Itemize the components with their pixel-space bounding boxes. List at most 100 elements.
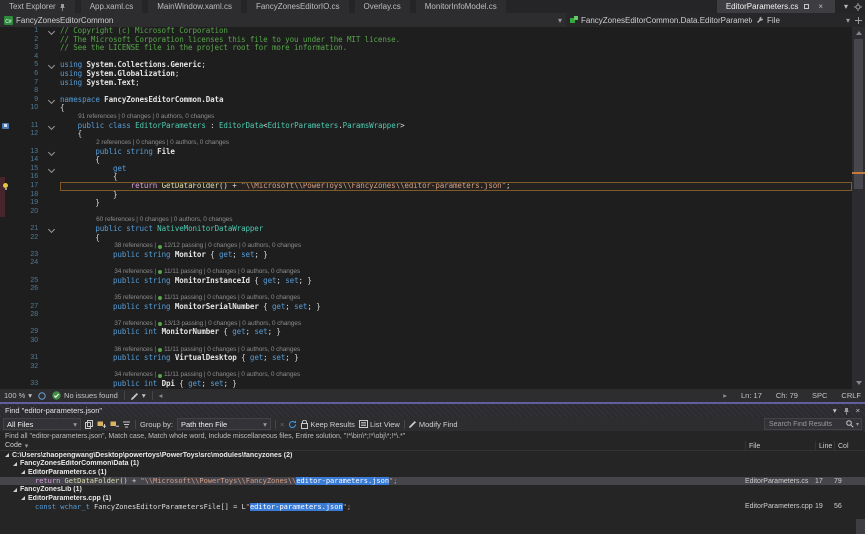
list-view-button[interactable]: List View [359, 420, 400, 429]
code-line-23[interactable]: 23 public string Monitor { get; set; } [0, 251, 852, 260]
code-editor[interactable]: 1// Copyright (c) Microsoft Corporation2… [0, 27, 852, 389]
fold-chevron-icon[interactable] [47, 28, 54, 35]
fold-chevron-icon[interactable] [47, 123, 54, 130]
find-result-group[interactable]: EditorParameters.cpp (1) [0, 494, 865, 503]
code-line-29[interactable]: 29 public int MonitorNumber { get; set; … [0, 328, 852, 337]
search-find-results-input[interactable] [767, 420, 844, 429]
tray-collapse-icon[interactable]: ◂ [159, 391, 163, 400]
scroll-up-arrow-icon[interactable] [856, 31, 862, 35]
project-dropdown[interactable]: C# FancyZonesEditorCommon ▾ [0, 13, 566, 27]
code-line-10[interactable]: 10{ [0, 104, 852, 113]
tab-close-icon[interactable]: × [815, 2, 826, 11]
find-result-group[interactable]: FancyZonesLib (1) [0, 485, 865, 494]
group-by-dropdown[interactable]: Path then File ▾ [177, 418, 271, 430]
fold-chevron-icon[interactable] [47, 226, 54, 233]
fold-chevron-icon[interactable] [47, 148, 54, 155]
tab-app-xaml-cs[interactable]: App.xaml.cs [81, 0, 143, 13]
column-file[interactable]: File [745, 441, 760, 451]
tab-list-chevron-icon[interactable]: ▾ [841, 0, 851, 13]
code-line-31[interactable]: 31 public string VirtualDesktop { get; s… [0, 354, 852, 363]
code-line-21[interactable]: 21 public struct NativeMonitorDataWrappe… [0, 225, 852, 234]
copy-icon[interactable] [85, 420, 93, 429]
fold-chevron-icon[interactable] [47, 62, 54, 69]
code-line-20[interactable]: 20 [0, 208, 852, 217]
tab-fancyzoneseditorio-cs[interactable]: FancyZonesEditorIO.cs [247, 0, 349, 13]
editor-vertical-scrollbar[interactable] [852, 27, 865, 389]
clear-results-icon[interactable]: × [280, 420, 284, 429]
inheritance-margin-icon[interactable] [2, 123, 9, 129]
find-panel-titlebar[interactable]: Find "editor-parameters.json" ▾ × [0, 404, 865, 417]
code-line-30[interactable]: 30 [0, 337, 852, 346]
scroll-down-arrow-icon[interactable] [856, 381, 862, 385]
tab-overlay-cs[interactable]: Overlay.cs [355, 0, 410, 13]
filter-icon[interactable] [123, 421, 131, 428]
type-dropdown[interactable]: FancyZonesEditorCommon.Data.EditorParame… [566, 13, 752, 27]
zoom-level-dropdown[interactable]: 100 % ▾ [4, 391, 32, 400]
code-line-19[interactable]: 19 } [0, 199, 852, 208]
code-line-26[interactable]: 26 [0, 285, 852, 294]
expand-all-icon[interactable] [97, 420, 106, 429]
health-indicator-icon[interactable] [38, 392, 46, 400]
code-cleanup-button[interactable]: ▾ [131, 391, 146, 400]
code-line-11[interactable]: 11 public class EditorParameters : Edito… [0, 122, 852, 131]
code-line-14[interactable]: 14 { [0, 156, 852, 165]
tab-text-explorer[interactable]: Text Explorer [0, 0, 75, 13]
tab-monitorinfomodel-cs[interactable]: MonitorInfoModel.cs [416, 0, 506, 13]
column-indicator[interactable]: Ch: 79 [776, 391, 798, 400]
window-position-chevron-icon[interactable]: ▾ [833, 406, 837, 415]
lightbulb-icon[interactable] [3, 183, 8, 188]
code-line-22[interactable]: 22 { [0, 234, 852, 243]
close-icon[interactable]: × [856, 406, 860, 415]
find-result-group[interactable]: FancyZonesEditorCommon\Data (1) [0, 460, 865, 469]
tray-expand-icon[interactable]: ▸ [723, 391, 727, 400]
column-line[interactable]: Line [815, 441, 832, 451]
code-line-25[interactable]: 25 public string MonitorInstanceId { get… [0, 277, 852, 286]
code-line-33[interactable]: 33 public int Dpi { get; set; } [0, 380, 852, 389]
column-code[interactable]: Code▾ [5, 442, 28, 450]
code-line-27[interactable]: 27 public string MonitorSerialNumber { g… [0, 303, 852, 312]
line-indicator[interactable]: Ln: 17 [741, 391, 762, 400]
expanded-triangle-icon[interactable] [21, 470, 25, 474]
code-line-28[interactable]: 28 [0, 311, 852, 320]
codelens-indicator[interactable]: 2 references | 0 changes | 0 authors, 0 … [60, 139, 852, 148]
tab-editorparameters[interactable]: EditorParameters.cs × [717, 0, 835, 13]
code-line-12[interactable]: 12 { [0, 130, 852, 139]
keep-results-button[interactable]: Keep Results [301, 420, 355, 429]
collapse-all-icon[interactable] [110, 420, 119, 429]
space-mode-indicator[interactable]: SPC [812, 391, 827, 400]
fold-chevron-icon[interactable] [47, 97, 54, 104]
code-line-15[interactable]: 15 get [0, 165, 852, 174]
code-line-3[interactable]: 3// See the LICENSE file in the project … [0, 44, 852, 53]
pin-icon[interactable] [59, 3, 66, 11]
find-result-group[interactable]: C:\Users\zhaopengwang\Desktop\powertoys\… [0, 451, 865, 460]
code-line-32[interactable]: 32 [0, 363, 852, 372]
fold-chevron-icon[interactable] [47, 166, 54, 173]
expanded-triangle-icon[interactable] [13, 488, 17, 492]
window-options-gear-icon[interactable] [851, 0, 865, 13]
chevron-down-icon[interactable]: ▾ [846, 16, 850, 25]
code-line-7[interactable]: 7using System.Text; [0, 79, 852, 88]
member-dropdown[interactable]: File [752, 13, 818, 27]
search-results-box[interactable]: ▾ [764, 418, 862, 430]
find-result-item[interactable]: return GetDataFolder() + "\\Microsoft\\P… [0, 477, 865, 486]
find-result-group[interactable]: EditorParameters.cs (1) [0, 468, 865, 477]
expanded-triangle-icon[interactable] [21, 496, 25, 500]
eol-indicator[interactable]: CRLF [841, 391, 861, 400]
resize-grip[interactable] [856, 519, 865, 534]
issues-status[interactable]: No issues found [52, 391, 118, 400]
expanded-triangle-icon[interactable] [13, 462, 17, 466]
code-line-13[interactable]: 13 public string File [0, 148, 852, 157]
modify-find-button[interactable]: Modify Find [409, 420, 458, 429]
code-line-17[interactable]: 17 return GetDataFolder() + "\\Microsoft… [0, 182, 852, 191]
code-line-9[interactable]: 9namespace FancyZonesEditorCommon.Data [0, 96, 852, 105]
split-window-icon[interactable] [855, 17, 862, 24]
tab-pin-state-icon[interactable] [801, 4, 812, 9]
column-col[interactable]: Col [834, 441, 849, 451]
scrollbar-thumb[interactable] [854, 39, 863, 189]
scope-dropdown[interactable]: All Files ▾ [3, 418, 81, 430]
code-line-24[interactable]: 24 [0, 259, 852, 268]
find-result-item[interactable]: const wchar_t FancyZonesEditorParameters… [0, 503, 865, 512]
chevron-down-icon[interactable]: ▾ [856, 421, 859, 428]
tab-mainwindow-xaml-cs[interactable]: MainWindow.xaml.cs [148, 0, 241, 13]
pin-icon[interactable] [843, 407, 850, 415]
